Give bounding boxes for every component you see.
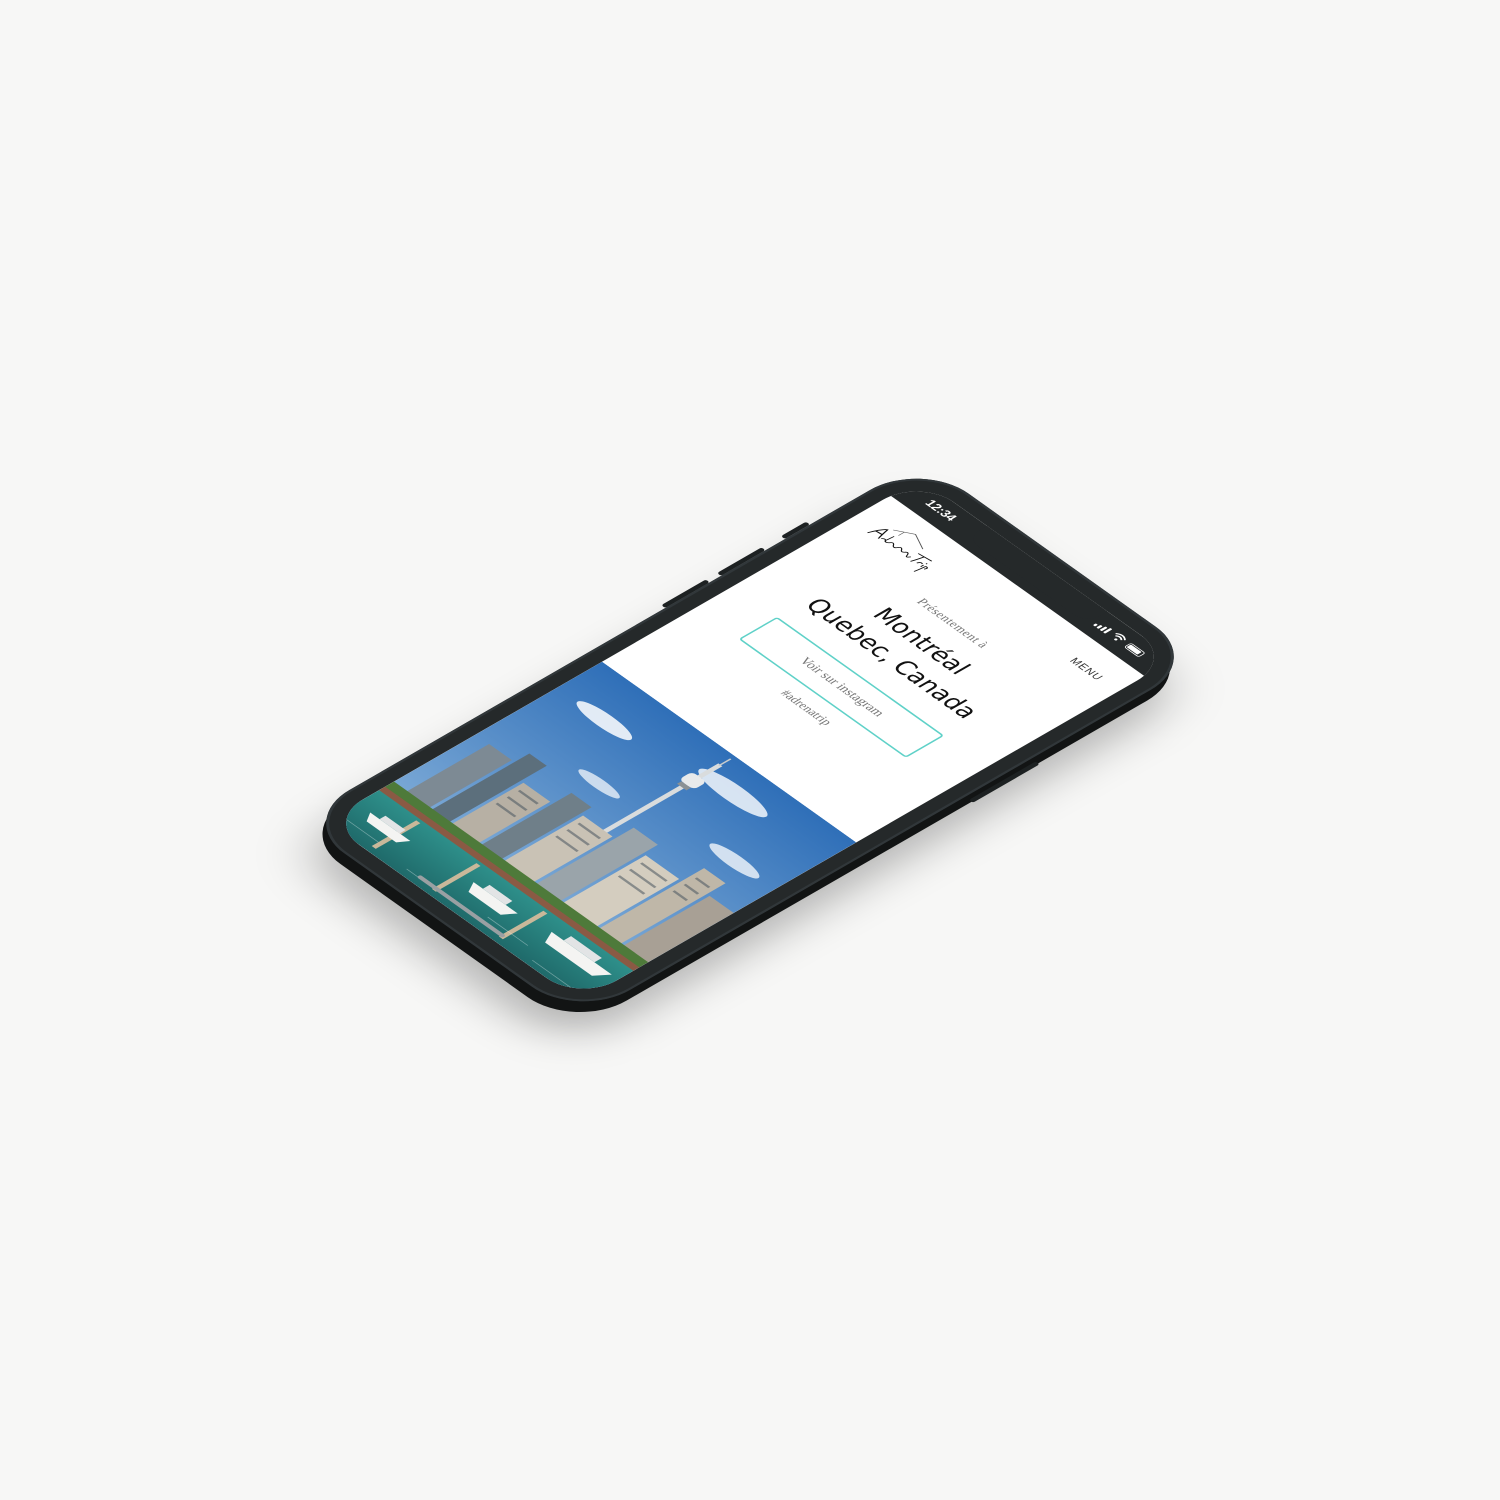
wifi-icon <box>1114 632 1126 641</box>
menu-button[interactable]: MENU <box>1067 656 1106 683</box>
mockup-stage: 12:34 MENU Présentement à Montréal Quebe… <box>0 0 1500 1500</box>
harbor-illustration <box>325 661 857 1002</box>
battery-icon <box>1123 642 1146 658</box>
status-time: 12:34 <box>921 497 960 524</box>
phone-device: 12:34 MENU Présentement à Montréal Quebe… <box>287 460 1203 1052</box>
signal-icon <box>1092 621 1113 634</box>
city-harbor-photo <box>325 661 857 1002</box>
